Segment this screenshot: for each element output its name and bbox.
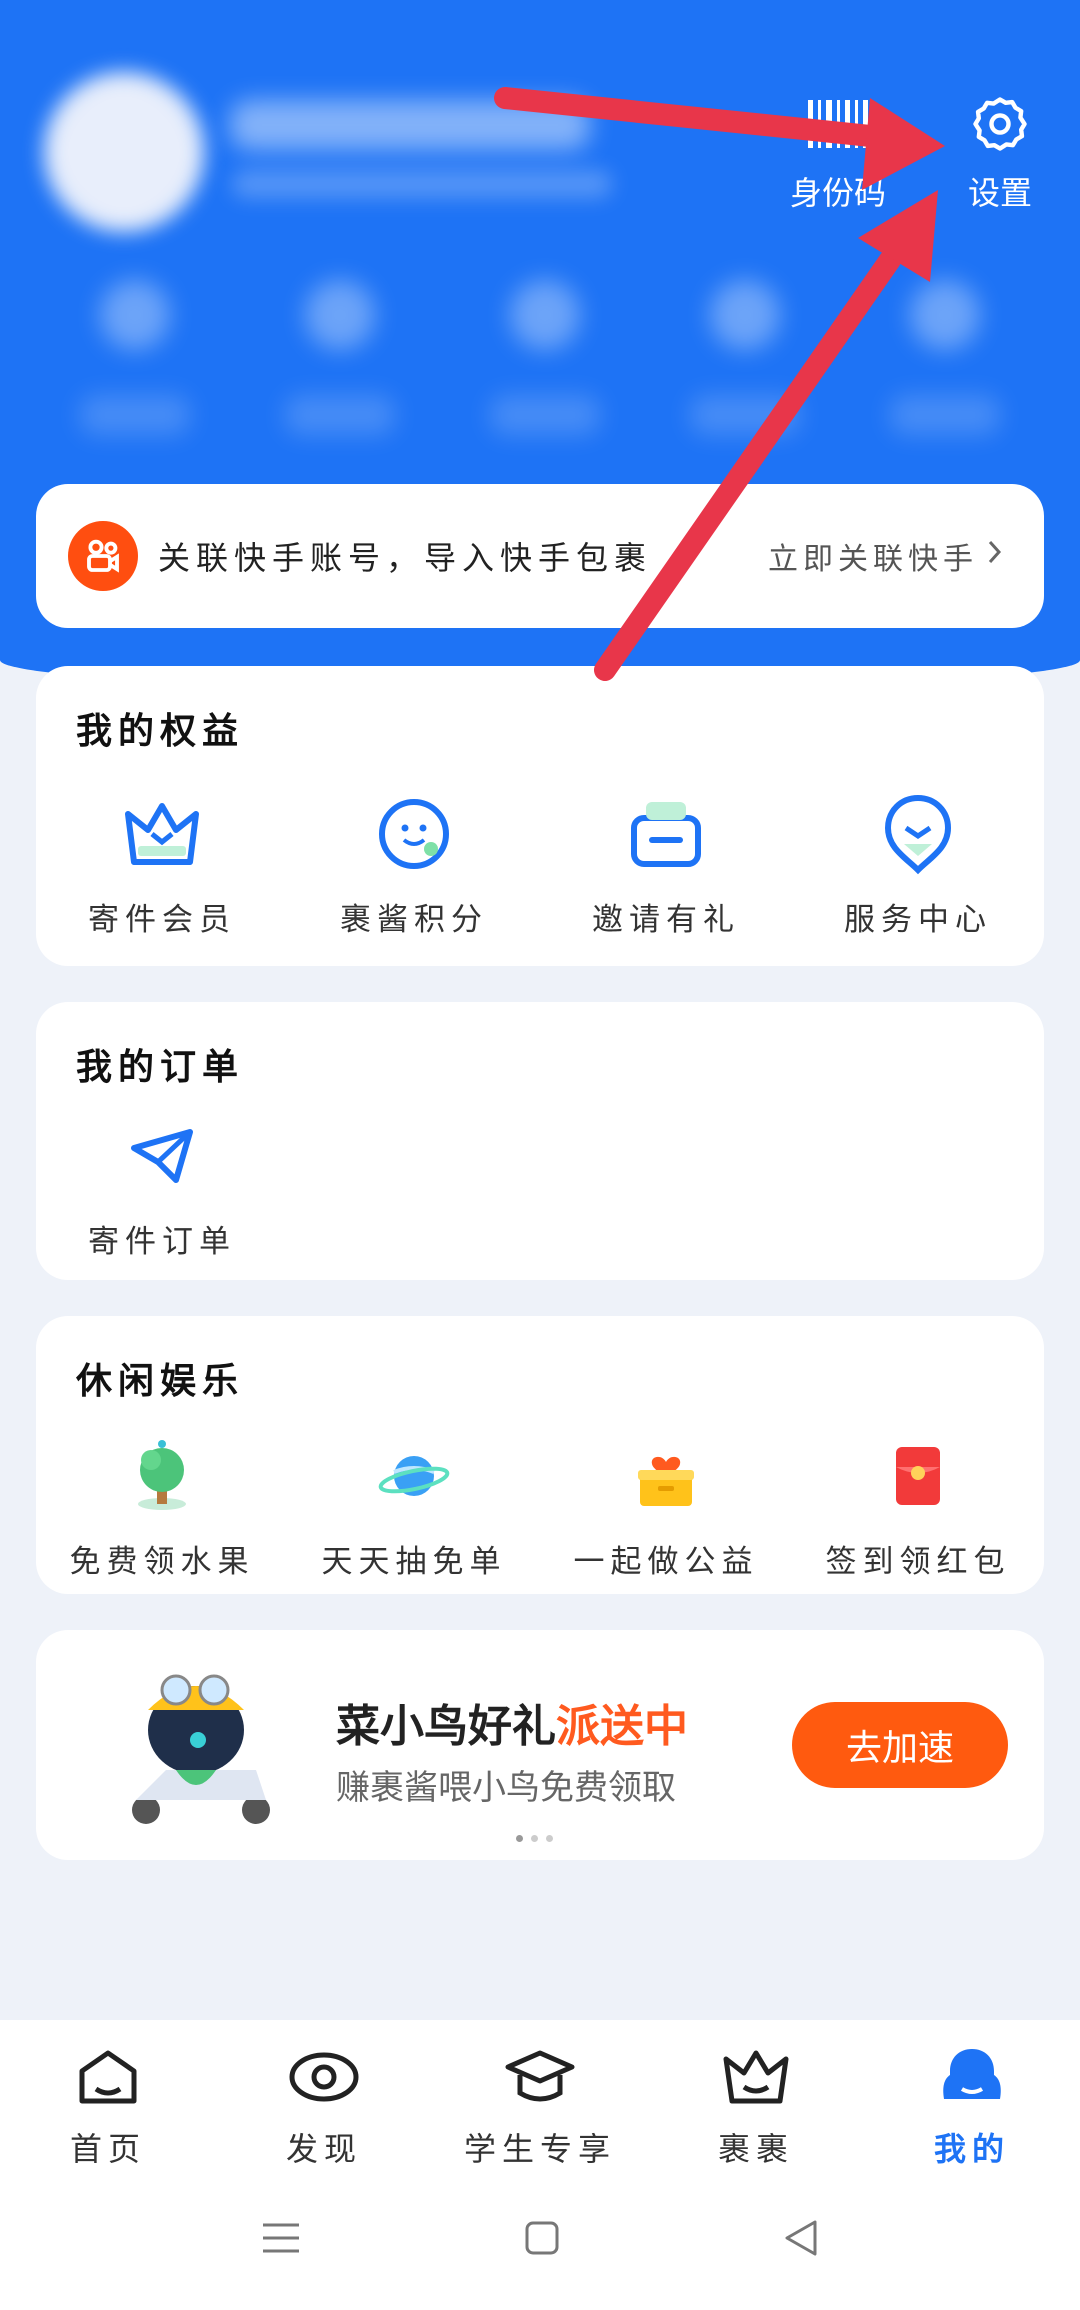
benefit-item-invite[interactable]: 邀请有礼 <box>540 788 792 939</box>
stat-blurred[interactable] <box>710 280 780 350</box>
stat-label-blurred <box>690 395 800 435</box>
planet-icon <box>376 1430 452 1522</box>
crown-icon <box>122 788 202 880</box>
tab-label: 我的 <box>933 2130 1010 2168</box>
leisure-item-label: 天天抽免单 <box>321 1544 507 1580</box>
service-badge-icon <box>882 788 954 880</box>
id-code-button[interactable]: 身份码 <box>790 92 886 214</box>
stat-label-blurred <box>890 395 1000 435</box>
menu-icon[interactable] <box>261 2221 301 2259</box>
mascot-face-icon <box>376 788 452 880</box>
promo-title-highlight: 派送中 <box>556 1701 688 1752</box>
carousel-dot <box>516 1835 523 1842</box>
stat-blurred[interactable] <box>510 280 580 350</box>
carousel-dot <box>531 1835 538 1842</box>
promo-speedup-button[interactable]: 去加速 <box>792 1702 1008 1788</box>
gift-icon <box>626 788 706 880</box>
charity-box-icon <box>634 1430 698 1522</box>
crown-icon <box>720 2038 792 2116</box>
benefit-item-points[interactable]: 裹酱积分 <box>288 788 540 939</box>
order-item-label: 寄件订单 <box>88 1224 236 1260</box>
benefit-item-label: 服务中心 <box>844 902 992 938</box>
leisure-title: 休闲娱乐 <box>76 1361 245 1402</box>
link-banner-message: 关联快手账号，导入快手包裹 <box>158 539 653 577</box>
tab-guoguo[interactable]: 裹裹 <box>648 2020 864 2170</box>
order-item-send[interactable]: 寄件订单 <box>36 1110 288 1261</box>
benefit-item-label: 裹酱积分 <box>340 902 488 938</box>
orders-card: 我的订单 寄件订单 <box>36 1002 1044 1280</box>
chevron-right-icon <box>986 538 1004 574</box>
avatar[interactable] <box>44 72 204 232</box>
home-square-icon[interactable] <box>524 2220 560 2260</box>
tab-student[interactable]: 学生专享 <box>432 2020 648 2170</box>
leisure-item-label: 免费领水果 <box>69 1544 255 1580</box>
stat-blurred[interactable] <box>910 280 980 350</box>
leisure-item-charity[interactable]: 一起做公益 <box>540 1430 792 1581</box>
settings-label: 设置 <box>968 174 1033 212</box>
leisure-card: 休闲娱乐 免费领水果 天天抽免单 一起做公益 签到领红包 <box>36 1316 1044 1594</box>
carousel-indicator <box>516 1835 553 1842</box>
gear-icon <box>969 92 1031 156</box>
profile-icon <box>940 2038 1004 2116</box>
tab-label: 发现 <box>285 2130 362 2168</box>
home-icon <box>76 2038 140 2116</box>
orders-title: 我的订单 <box>76 1047 245 1088</box>
stat-blurred[interactable] <box>100 280 170 350</box>
benefits-title: 我的权益 <box>76 711 245 752</box>
eye-icon <box>288 2038 360 2116</box>
leisure-item-fruit[interactable]: 免费领水果 <box>36 1430 288 1581</box>
stat-label-blurred <box>490 395 600 435</box>
promo-title: 菜小鸟好礼派送中 <box>336 1690 688 1754</box>
paper-plane-icon <box>128 1110 196 1202</box>
kuaishou-link-banner[interactable]: 关联快手账号，导入快手包裹 立即关联快手 <box>36 484 1044 628</box>
back-triangle-icon[interactable] <box>783 2219 819 2261</box>
user-name-blurred <box>230 100 590 150</box>
leisure-item-label: 一起做公益 <box>573 1544 759 1580</box>
barcode-icon <box>806 92 870 156</box>
fruit-tree-icon <box>127 1430 197 1522</box>
benefit-item-service[interactable]: 服务中心 <box>792 788 1044 939</box>
id-code-label: 身份码 <box>790 174 887 212</box>
promo-subtitle: 赚裹酱喂小鸟免费领取 <box>336 1768 676 1808</box>
link-kuaishou-label: 立即关联快手 <box>768 542 978 577</box>
benefit-item-label: 邀请有礼 <box>592 902 740 938</box>
user-subtitle-blurred <box>232 170 612 198</box>
stat-label-blurred <box>285 395 395 435</box>
bottom-tab-bar: 首页 发现 学生专享 裹裹 我的 <box>0 2020 1080 2170</box>
tab-label: 学生专享 <box>463 2130 616 2168</box>
graduation-cap-icon <box>504 2038 576 2116</box>
link-kuaishou-button[interactable]: 立即关联快手 <box>768 534 1004 578</box>
settings-button[interactable]: 设置 <box>968 92 1032 214</box>
kuaishou-logo-icon <box>68 521 138 591</box>
promo-title-main: 菜小鸟好礼 <box>336 1701 556 1752</box>
bird-scooter-illustration <box>106 1660 306 1834</box>
red-envelope-icon <box>892 1430 944 1522</box>
tab-label: 首页 <box>69 2130 146 2168</box>
stat-blurred[interactable] <box>305 280 375 350</box>
carousel-dot <box>546 1835 553 1842</box>
tab-discover[interactable]: 发现 <box>216 2020 432 2170</box>
tab-mine[interactable]: 我的 <box>864 2020 1080 2170</box>
system-navigation-bar <box>0 2170 1080 2310</box>
benefit-item-member[interactable]: 寄件会员 <box>36 788 288 939</box>
leisure-item-redpacket[interactable]: 签到领红包 <box>792 1430 1044 1581</box>
stat-label-blurred <box>80 395 190 435</box>
leisure-item-draw[interactable]: 天天抽免单 <box>288 1430 540 1581</box>
benefits-card: 我的权益 寄件会员 裹酱积分 邀请有礼 服务中心 <box>36 666 1044 966</box>
tab-home[interactable]: 首页 <box>0 2020 216 2170</box>
promo-banner[interactable]: 菜小鸟好礼派送中 赚裹酱喂小鸟免费领取 去加速 <box>36 1630 1044 1860</box>
leisure-item-label: 签到领红包 <box>825 1544 1011 1580</box>
benefit-item-label: 寄件会员 <box>88 902 236 938</box>
tab-label: 裹裹 <box>717 2130 794 2168</box>
